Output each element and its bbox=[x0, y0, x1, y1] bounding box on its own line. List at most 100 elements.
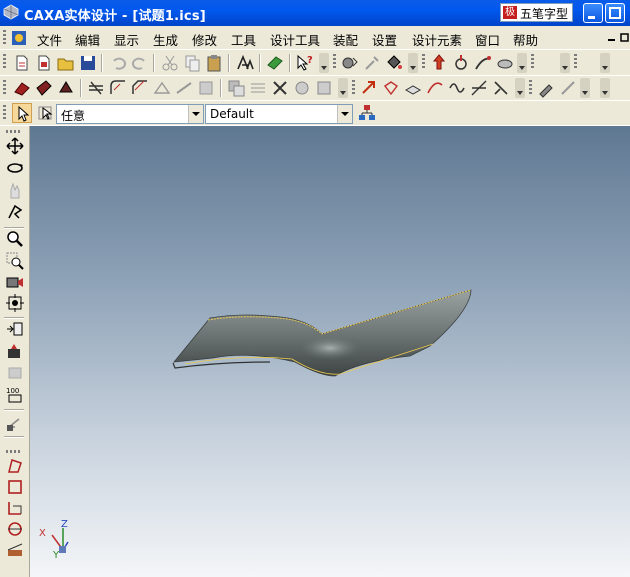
toolbar-grip[interactable] bbox=[531, 54, 534, 70]
design-viewport[interactable]: X Y Z bbox=[30, 126, 630, 577]
copy-button[interactable] bbox=[182, 53, 202, 73]
import-button[interactable] bbox=[265, 53, 285, 73]
mirror-button[interactable] bbox=[292, 78, 312, 98]
caxa-app-icon[interactable] bbox=[3, 4, 19, 20]
toolbar-overflow[interactable] bbox=[560, 53, 570, 73]
tools-button[interactable] bbox=[362, 53, 382, 73]
toolbar-grip[interactable] bbox=[3, 105, 6, 121]
toolbar-overflow[interactable] bbox=[600, 53, 610, 73]
doc-restore-icon[interactable] bbox=[620, 32, 630, 42]
split-button[interactable] bbox=[248, 78, 268, 98]
menu-settings[interactable]: 设置 bbox=[372, 30, 397, 49]
view-control-button[interactable] bbox=[5, 319, 25, 339]
menu-window[interactable]: 窗口 bbox=[475, 30, 500, 49]
toolbar-overflow[interactable] bbox=[580, 78, 590, 98]
toolbar-grip[interactable] bbox=[3, 80, 6, 96]
design-tree-button[interactable] bbox=[235, 53, 255, 73]
eyedropper-button[interactable] bbox=[536, 78, 556, 98]
new-design-button[interactable] bbox=[34, 53, 54, 73]
face-move-button[interactable] bbox=[381, 78, 401, 98]
toolbar-grip[interactable] bbox=[3, 54, 6, 70]
filter-pointer-button[interactable] bbox=[36, 103, 56, 123]
sketch-button[interactable] bbox=[5, 456, 25, 476]
menu-design-elements[interactable]: 设计元素 bbox=[412, 30, 462, 49]
redo-button[interactable] bbox=[130, 53, 150, 73]
toolbar-overflow[interactable] bbox=[515, 78, 525, 98]
chevron-down-icon[interactable] bbox=[337, 105, 352, 123]
toolbar-grip[interactable] bbox=[352, 80, 355, 96]
look-at-button[interactable] bbox=[5, 202, 25, 222]
zoom-button[interactable] bbox=[5, 229, 25, 249]
rotate-part-button[interactable] bbox=[451, 53, 471, 73]
zoom-100-button[interactable]: 100 bbox=[5, 384, 25, 404]
save-button[interactable] bbox=[78, 53, 98, 73]
bent-part-model[interactable] bbox=[172, 289, 472, 377]
undo-button[interactable] bbox=[108, 53, 128, 73]
menu-tools[interactable]: 工具 bbox=[231, 30, 256, 49]
select-tool-button[interactable] bbox=[12, 103, 32, 123]
toolbar-grip[interactable] bbox=[6, 130, 22, 133]
zoom-window-button[interactable] bbox=[5, 251, 25, 271]
toolbar-overflow[interactable] bbox=[338, 78, 348, 98]
chevron-down-icon[interactable] bbox=[188, 105, 203, 123]
cut-button[interactable] bbox=[160, 53, 180, 73]
rectangle-button[interactable] bbox=[5, 477, 25, 497]
line-button[interactable] bbox=[5, 540, 25, 560]
revolve-button[interactable] bbox=[34, 78, 54, 98]
toolbar-overflow[interactable] bbox=[600, 78, 610, 98]
plane-button[interactable] bbox=[403, 78, 423, 98]
help-pointer-button[interactable]: ? bbox=[295, 53, 315, 73]
toolbar-grip[interactable] bbox=[333, 54, 336, 70]
boolean-button[interactable] bbox=[226, 78, 246, 98]
menu-edit[interactable]: 编辑 bbox=[75, 30, 100, 49]
spline-button[interactable] bbox=[447, 78, 467, 98]
scale-button[interactable] bbox=[314, 78, 334, 98]
surface-button[interactable] bbox=[495, 53, 515, 73]
pull-button[interactable] bbox=[359, 78, 379, 98]
open-button[interactable] bbox=[56, 53, 76, 73]
sweep-button[interactable] bbox=[56, 78, 76, 98]
menu-assembly[interactable]: 装配 bbox=[333, 30, 358, 49]
toolbar-overflow[interactable] bbox=[319, 53, 329, 73]
render-button[interactable] bbox=[340, 53, 360, 73]
document-icon[interactable] bbox=[10, 29, 28, 47]
minimize-button[interactable] bbox=[583, 3, 603, 23]
assembly-tree-button[interactable] bbox=[357, 103, 377, 123]
menu-design-tools[interactable]: 设计工具 bbox=[270, 30, 320, 49]
circle-button[interactable] bbox=[5, 519, 25, 539]
render-view-button[interactable] bbox=[5, 341, 25, 361]
delete-feature-button[interactable] bbox=[270, 78, 290, 98]
menu-generate[interactable]: 生成 bbox=[153, 30, 178, 49]
dynamic-rotate-button[interactable] bbox=[5, 180, 25, 200]
toolbar-overflow[interactable] bbox=[408, 53, 418, 73]
shell-button[interactable] bbox=[152, 78, 172, 98]
lighting-button[interactable] bbox=[5, 413, 25, 433]
menu-modify[interactable]: 修改 bbox=[192, 30, 217, 49]
filter-select[interactable]: 任意 bbox=[56, 104, 204, 124]
pick-button[interactable] bbox=[558, 78, 578, 98]
camera-button[interactable] bbox=[5, 272, 25, 292]
pattern-button[interactable] bbox=[196, 78, 216, 98]
doc-minimize-icon[interactable] bbox=[607, 34, 617, 42]
toolbar-overflow[interactable] bbox=[517, 53, 527, 73]
maximize-button[interactable] bbox=[605, 3, 625, 23]
menu-help[interactable]: 帮助 bbox=[513, 30, 538, 49]
curve-button[interactable] bbox=[425, 78, 445, 98]
toolbar-grip[interactable] bbox=[529, 80, 532, 96]
extrude-button[interactable] bbox=[12, 78, 32, 98]
pan-button[interactable] bbox=[5, 136, 25, 156]
toolbar-grip[interactable] bbox=[574, 54, 577, 70]
paint-button[interactable] bbox=[384, 53, 404, 73]
toolbar-grip[interactable] bbox=[6, 450, 22, 453]
trim-button[interactable] bbox=[469, 78, 489, 98]
shading-button[interactable] bbox=[5, 362, 25, 382]
ime-indicator[interactable]: 极 五笔字型 bbox=[500, 3, 573, 22]
new-button[interactable] bbox=[12, 53, 32, 73]
trim-curve-button[interactable] bbox=[5, 498, 25, 518]
bend-button[interactable] bbox=[473, 53, 493, 73]
menu-file[interactable]: 文件 bbox=[37, 30, 62, 49]
menu-grip[interactable] bbox=[3, 30, 6, 46]
extend-button[interactable] bbox=[491, 78, 511, 98]
style-select[interactable]: Default bbox=[205, 104, 353, 124]
chamfer-button[interactable] bbox=[130, 78, 150, 98]
